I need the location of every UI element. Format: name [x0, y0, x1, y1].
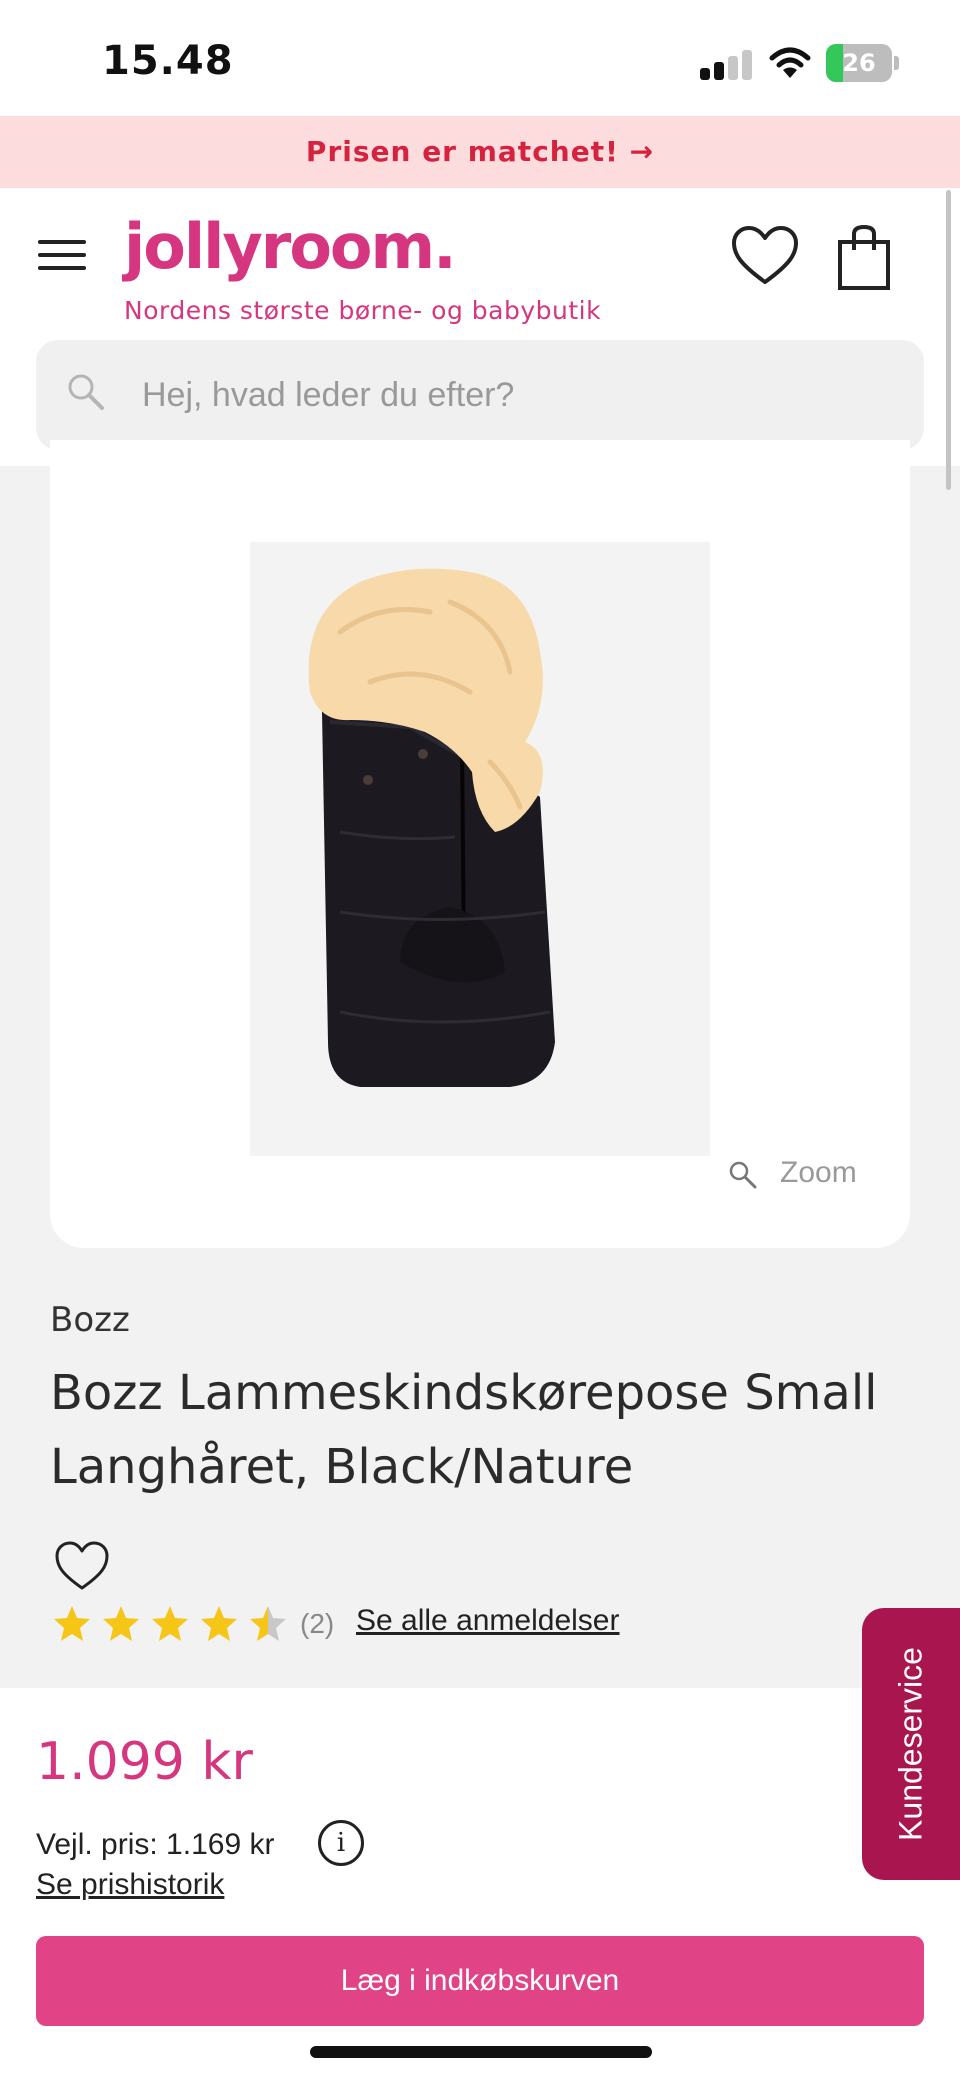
product-brand[interactable]: Bozz	[50, 1300, 130, 1340]
site-header: jollyroom. Nordens største børne- og bab…	[0, 188, 960, 466]
logo[interactable]: jollyroom.	[124, 210, 457, 283]
shopping-bag-icon[interactable]	[836, 224, 892, 292]
star-icon	[54, 1606, 90, 1641]
rating-row[interactable]: (2) Se alle anmeldelser	[52, 1604, 752, 1648]
promo-text[interactable]: Prisen er matchet! →	[0, 116, 960, 188]
home-indicator[interactable]	[310, 2046, 652, 2058]
product-price: 1.099 kr	[36, 1732, 253, 1792]
signal-icon	[700, 48, 752, 80]
star-icon	[250, 1606, 286, 1641]
wishlist-heart-icon[interactable]	[54, 1540, 110, 1592]
battery-percent: 26	[842, 49, 876, 77]
star-icon	[201, 1606, 237, 1641]
battery-charging-icon: 26	[826, 44, 892, 82]
footmuff-illustration	[308, 568, 555, 1087]
product-title: Bozz Lammeskindskørepose Small Langhåret…	[50, 1365, 878, 1495]
price-history-link[interactable]: Se prishistorik	[36, 1868, 224, 1902]
product-image[interactable]	[250, 542, 710, 1156]
see-all-reviews-link[interactable]: Se alle anmeldelser	[356, 1604, 619, 1638]
status-time: 15.48	[102, 38, 234, 84]
heart-icon[interactable]	[730, 224, 800, 288]
price-panel: 1.099 kr Vejl. pris: 1.169 kr i Se prish…	[0, 1688, 960, 2078]
battery-tip	[894, 56, 899, 70]
review-count: (2)	[300, 1608, 335, 1639]
zoom-label[interactable]: Zoom	[780, 1156, 857, 1190]
scrollbar[interactable]	[946, 190, 951, 490]
promo-banner[interactable]: Prisen er matchet! →	[0, 116, 960, 188]
product-gallery: Zoom	[50, 440, 910, 1248]
search-icon	[68, 374, 104, 410]
search-bar[interactable]	[36, 340, 924, 450]
status-bar: 15.48 26	[0, 0, 960, 116]
info-icon[interactable]: i	[318, 1820, 364, 1866]
add-to-cart-button[interactable]: Læg i indkøbskurven	[36, 1936, 924, 2026]
star-icon	[103, 1606, 139, 1641]
tagline: Nordens største børne- og babybutik	[124, 296, 602, 325]
recommended-price: Vejl. pris: 1.169 kr	[36, 1828, 275, 1861]
wifi-icon	[769, 47, 811, 78]
menu-icon[interactable]	[38, 238, 88, 272]
zoom-icon	[729, 1161, 757, 1189]
star-icon	[152, 1606, 188, 1641]
customer-service-label[interactable]: Kundeservice	[893, 1647, 930, 1841]
customer-service-tab[interactable]: Kundeservice	[862, 1608, 960, 1880]
search-input[interactable]	[142, 340, 882, 450]
